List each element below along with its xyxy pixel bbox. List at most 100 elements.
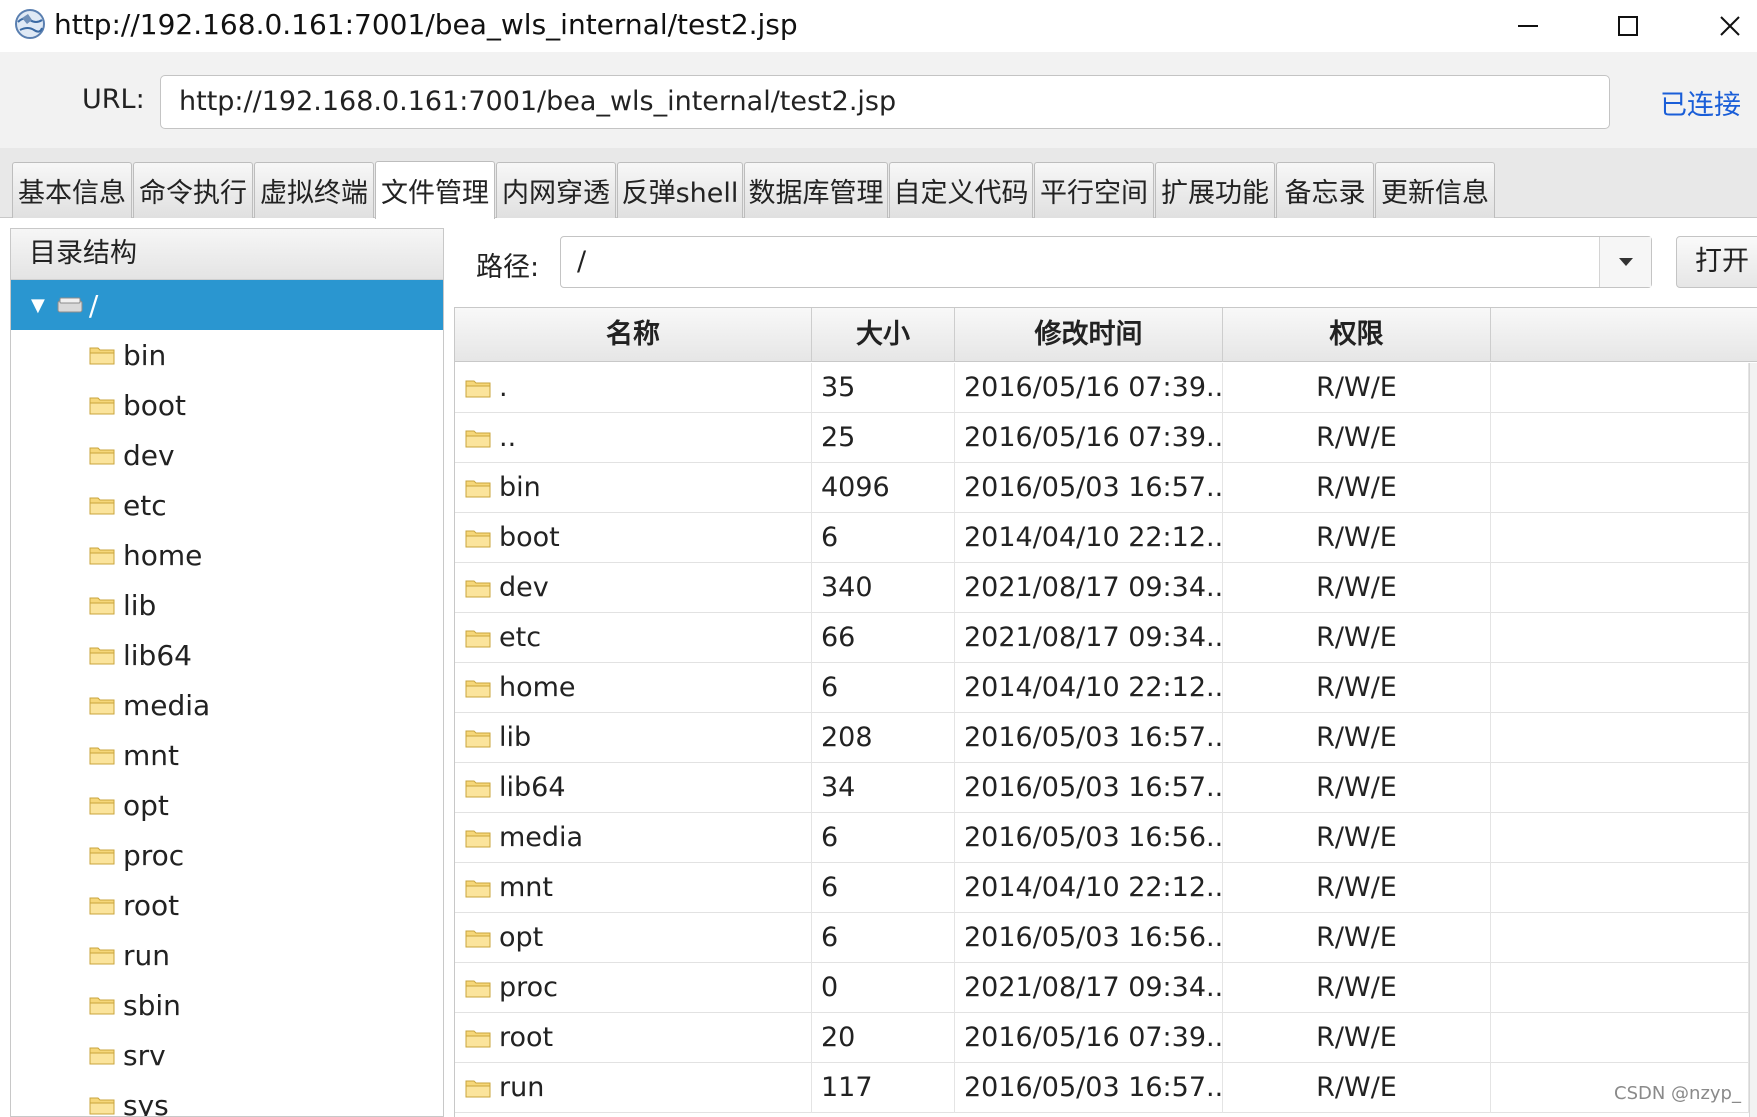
tree-item-srv[interactable]: srv: [11, 1030, 443, 1080]
file-name: lib64: [499, 772, 566, 803]
tree-item-media[interactable]: media: [11, 680, 443, 730]
cell-size: 6: [812, 813, 955, 863]
drive-icon: [57, 297, 83, 313]
folder-icon: [89, 547, 115, 565]
folder-icon: [89, 747, 115, 765]
cell-permission: R/W/E: [1223, 763, 1491, 813]
close-button[interactable]: [1700, 0, 1757, 52]
column-header-modified[interactable]: 修改时间: [955, 308, 1223, 362]
folder-icon: [89, 397, 115, 415]
table-row[interactable]: opt 6 2016/05/03 16:56... R/W/E: [455, 913, 1757, 963]
file-name: lib: [499, 722, 532, 753]
cell-blank: [1491, 513, 1749, 563]
table-row[interactable]: boot 6 2014/04/10 22:12... R/W/E: [455, 513, 1757, 563]
tree-item-label: home: [123, 538, 203, 572]
folder-icon: [89, 797, 115, 815]
cell-permission: R/W/E: [1223, 713, 1491, 763]
tree-item-label: bin: [123, 338, 167, 372]
tree-item-opt[interactable]: opt: [11, 780, 443, 830]
tree-item-mnt[interactable]: mnt: [11, 730, 443, 780]
folder-icon: [89, 697, 115, 715]
tab-update-info[interactable]: 更新信息: [1375, 162, 1495, 218]
table-row[interactable]: lib 208 2016/05/03 16:57... R/W/E: [455, 713, 1757, 763]
table-row[interactable]: . 35 2016/05/16 07:39... R/W/E: [455, 363, 1757, 413]
tree-item-home[interactable]: home: [11, 530, 443, 580]
directory-tree-title: 目录结构: [11, 229, 443, 280]
table-row[interactable]: bin 4096 2016/05/03 16:57... R/W/E: [455, 463, 1757, 513]
file-name: ..: [499, 422, 517, 453]
folder-icon: [89, 447, 115, 465]
open-button[interactable]: 打开: [1676, 236, 1757, 288]
cell-modified: 2016/05/16 07:39...: [955, 363, 1223, 413]
file-name: etc: [499, 622, 542, 653]
tab-custom-code[interactable]: 自定义代码: [889, 162, 1033, 218]
folder-icon: [89, 847, 115, 865]
file-name: root: [499, 1022, 554, 1053]
tree-item-boot[interactable]: boot: [11, 380, 443, 430]
table-row[interactable]: media 6 2016/05/03 16:56... R/W/E: [455, 813, 1757, 863]
table-row[interactable]: proc 0 2021/08/17 09:34... R/W/E: [455, 963, 1757, 1013]
tree-item-label: lib: [123, 588, 157, 622]
folder-icon: [465, 980, 491, 998]
column-header-permission[interactable]: 权限: [1223, 308, 1491, 362]
tab-reverse-shell[interactable]: 反弹shell: [617, 162, 743, 218]
expand-arrow-icon[interactable]: ▼: [31, 295, 45, 316]
maximize-button[interactable]: [1598, 0, 1658, 52]
cell-size: 6: [812, 513, 955, 563]
table-row[interactable]: lib64 34 2016/05/03 16:57... R/W/E: [455, 763, 1757, 813]
title-bar: http://192.168.0.161:7001/bea_wls_intern…: [0, 0, 1757, 52]
column-header-size[interactable]: 大小: [812, 308, 955, 362]
tab-bar: 基本信息 命令执行 虚拟终端 文件管理 内网穿透 反弹shell 数据库管理 自…: [0, 148, 1757, 219]
cell-modified: 2014/04/10 22:12...: [955, 663, 1223, 713]
tree-item-label: sbin: [123, 988, 181, 1022]
tree-item-run[interactable]: run: [11, 930, 443, 980]
vertical-scrollbar[interactable]: [1749, 363, 1757, 1117]
table-row[interactable]: home 6 2014/04/10 22:12... R/W/E: [455, 663, 1757, 713]
cell-name: .: [455, 363, 812, 413]
tree-item-sys[interactable]: sys: [11, 1080, 443, 1116]
cell-blank: [1491, 1013, 1749, 1063]
url-input[interactable]: http://192.168.0.161:7001/bea_wls_intern…: [160, 75, 1610, 129]
chevron-down-icon: [1618, 258, 1633, 266]
tree-item-lib[interactable]: lib: [11, 580, 443, 630]
tree-item-proc[interactable]: proc: [11, 830, 443, 880]
tab-memo[interactable]: 备忘录: [1276, 162, 1374, 218]
dropdown-button[interactable]: [1599, 237, 1651, 287]
cell-size: 66: [812, 613, 955, 663]
table-row[interactable]: root 20 2016/05/16 07:39... R/W/E: [455, 1013, 1757, 1063]
minimize-button[interactable]: [1498, 0, 1558, 52]
tree-item-label: boot: [123, 388, 187, 422]
tab-database-manager[interactable]: 数据库管理: [744, 162, 888, 218]
path-combobox[interactable]: /: [560, 236, 1652, 288]
folder-icon: [465, 1080, 491, 1098]
table-row[interactable]: etc 66 2021/08/17 09:34... R/W/E: [455, 613, 1757, 663]
path-value: /: [577, 246, 587, 277]
tab-intranet-tunnel[interactable]: 内网穿透: [496, 162, 616, 218]
folder-icon: [89, 1047, 115, 1065]
tree-item-dev[interactable]: dev: [11, 430, 443, 480]
cell-modified: 2021/08/17 09:34...: [955, 563, 1223, 613]
tree-item-etc[interactable]: etc: [11, 480, 443, 530]
cell-name: lib64: [455, 763, 812, 813]
tree-item-sbin[interactable]: sbin: [11, 980, 443, 1030]
table-row[interactable]: .. 25 2016/05/16 07:39... R/W/E: [455, 413, 1757, 463]
cell-blank: [1491, 563, 1749, 613]
cell-name: etc: [455, 613, 812, 663]
tab-basic-info[interactable]: 基本信息: [12, 162, 132, 218]
cell-name: opt: [455, 913, 812, 963]
table-row[interactable]: run 117 2016/05/03 16:57... R/W/E: [455, 1063, 1757, 1113]
tree-item-label: mnt: [123, 738, 179, 772]
tree-root-node[interactable]: ▼ /: [11, 280, 443, 330]
tab-extensions[interactable]: 扩展功能: [1155, 162, 1275, 218]
tree-item-root[interactable]: root: [11, 880, 443, 930]
table-row[interactable]: mnt 6 2014/04/10 22:12... R/W/E: [455, 863, 1757, 913]
column-header-name[interactable]: 名称: [455, 308, 812, 362]
tree-item-lib64[interactable]: lib64: [11, 630, 443, 680]
tab-parallel-space[interactable]: 平行空间: [1034, 162, 1154, 218]
tree-item-bin[interactable]: bin: [11, 330, 443, 380]
tab-file-manager[interactable]: 文件管理: [375, 161, 495, 219]
tab-virtual-terminal[interactable]: 虚拟终端: [254, 162, 374, 218]
table-row[interactable]: dev 340 2021/08/17 09:34... R/W/E: [455, 563, 1757, 613]
folder-icon: [465, 630, 491, 648]
tab-command-exec[interactable]: 命令执行: [133, 162, 253, 218]
